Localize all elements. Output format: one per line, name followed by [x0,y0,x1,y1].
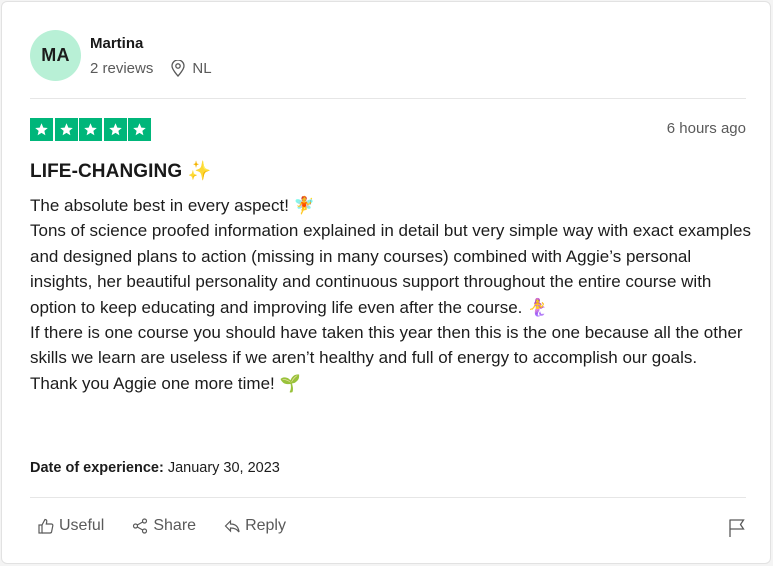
useful-button[interactable]: Useful [38,517,104,535]
reviewer-info: Martina 2 reviews NL [90,34,212,77]
review-count: 2 reviews [90,60,154,77]
star-icon [54,118,78,141]
sparkle-emoji: ✨ [187,161,212,182]
review-title-text: LIFE-CHANGING [30,161,183,182]
star-icon [103,118,127,141]
review-time: 6 hours ago [666,120,746,137]
flag-icon [729,519,745,537]
review-paragraph: The absolute best in every aspect! 🧚 [30,196,315,215]
country-code: NL [192,60,212,77]
review-actions: Useful Share Reply [38,517,314,535]
date-value: January 30, 2023 [167,460,280,476]
review-paragraph: Thank you Aggie one more time! 🌱 [30,373,301,393]
reviewer-header: MA Martina 2 reviews NL [30,30,212,81]
date-label: Date of experience: [30,460,164,476]
reply-label: Reply [245,517,286,534]
avatar[interactable]: MA [30,30,81,81]
star-icon [79,118,102,141]
thumbs-up-icon [38,518,54,534]
star-icon [30,118,53,141]
reply-button[interactable]: Reply [224,517,286,535]
share-icon [133,518,148,534]
review-paragraph: If there is one course you should have t… [30,323,743,368]
header-divider [30,98,746,99]
useful-label: Useful [59,517,105,534]
location-pin-icon [171,60,186,77]
review-card: MA Martina 2 reviews NL 6 hours ago LIFE… [1,1,771,564]
reviewer-country: NL [171,60,212,77]
review-body: The absolute best in every aspect! 🧚 Ton… [30,193,752,396]
footer-divider [30,497,746,498]
report-flag-button[interactable] [728,518,746,543]
share-label: Share [153,517,197,534]
reviewer-name[interactable]: Martina [90,34,212,54]
reply-icon [224,519,240,533]
share-button[interactable]: Share [132,517,196,535]
date-of-experience: Date of experience: January 30, 2023 [30,460,280,476]
star-rating [30,118,153,141]
reviewer-meta: 2 reviews NL [90,60,212,77]
review-title: LIFE-CHANGING ✨ [30,159,211,183]
star-icon [128,118,151,141]
review-paragraph: Tons of science proofed information expl… [30,221,751,317]
